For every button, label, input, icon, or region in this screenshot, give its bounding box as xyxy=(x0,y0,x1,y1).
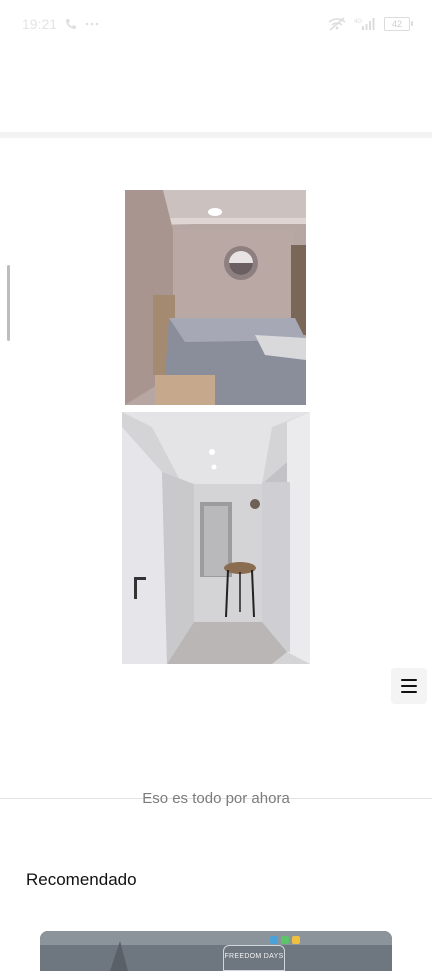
recommended-card-badge: FREEDOM DAYS xyxy=(223,945,285,971)
scroll-indicator[interactable] xyxy=(7,265,10,341)
dots-icon xyxy=(85,22,99,26)
header-divider xyxy=(0,132,432,138)
signal-icon: 4G xyxy=(354,17,376,31)
recommended-card[interactable]: FREEDOM DAYS xyxy=(40,931,392,971)
recommended-title: Recomendado xyxy=(26,870,137,889)
wifi-off-icon xyxy=(328,17,346,31)
feed-end-message: Eso es todo por ahora xyxy=(0,790,432,807)
feed-end-text: Eso es todo por ahora xyxy=(142,790,290,807)
hamburger-menu-icon xyxy=(401,679,417,693)
svg-text:4G: 4G xyxy=(354,19,362,25)
hallway-photo[interactable] xyxy=(122,412,310,664)
status-bar: 19:21 4G 42 xyxy=(0,0,432,48)
phone-icon xyxy=(65,18,77,30)
battery-level: 42 xyxy=(391,19,402,29)
battery-icon: 42 xyxy=(384,17,413,31)
menu-button[interactable] xyxy=(391,668,427,704)
bedroom-photo[interactable] xyxy=(125,190,306,405)
status-time: 19:21 xyxy=(22,16,58,32)
